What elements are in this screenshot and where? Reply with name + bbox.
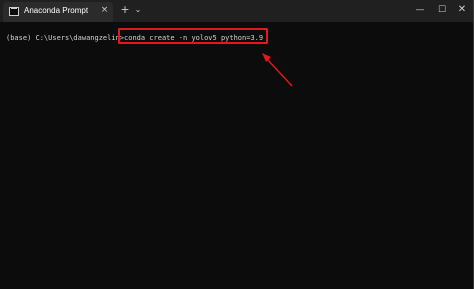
minimize-icon[interactable]: —: [413, 3, 427, 17]
tab-anaconda-prompt[interactable]: Anaconda Prompt ×: [3, 2, 113, 22]
tab-title: Anaconda Prompt: [24, 6, 89, 15]
prompt-text: (base) C:\Users\dawangzelin>: [6, 34, 125, 42]
chevron-down-icon[interactable]: ⌄: [133, 3, 143, 17]
terminal-icon: [9, 7, 19, 16]
close-icon[interactable]: ×: [99, 5, 110, 16]
maximize-icon[interactable]: ☐: [435, 3, 449, 17]
close-window-icon[interactable]: ✕: [455, 3, 469, 17]
title-bar: Anaconda Prompt × + ⌄ — ☐ ✕: [0, 0, 474, 22]
plus-icon[interactable]: +: [119, 3, 131, 17]
command-highlight-box: [118, 28, 268, 44]
console-output[interactable]: (base) C:\Users\dawangzelin>conda create…: [0, 22, 474, 289]
annotation-arrow: [262, 53, 293, 87]
